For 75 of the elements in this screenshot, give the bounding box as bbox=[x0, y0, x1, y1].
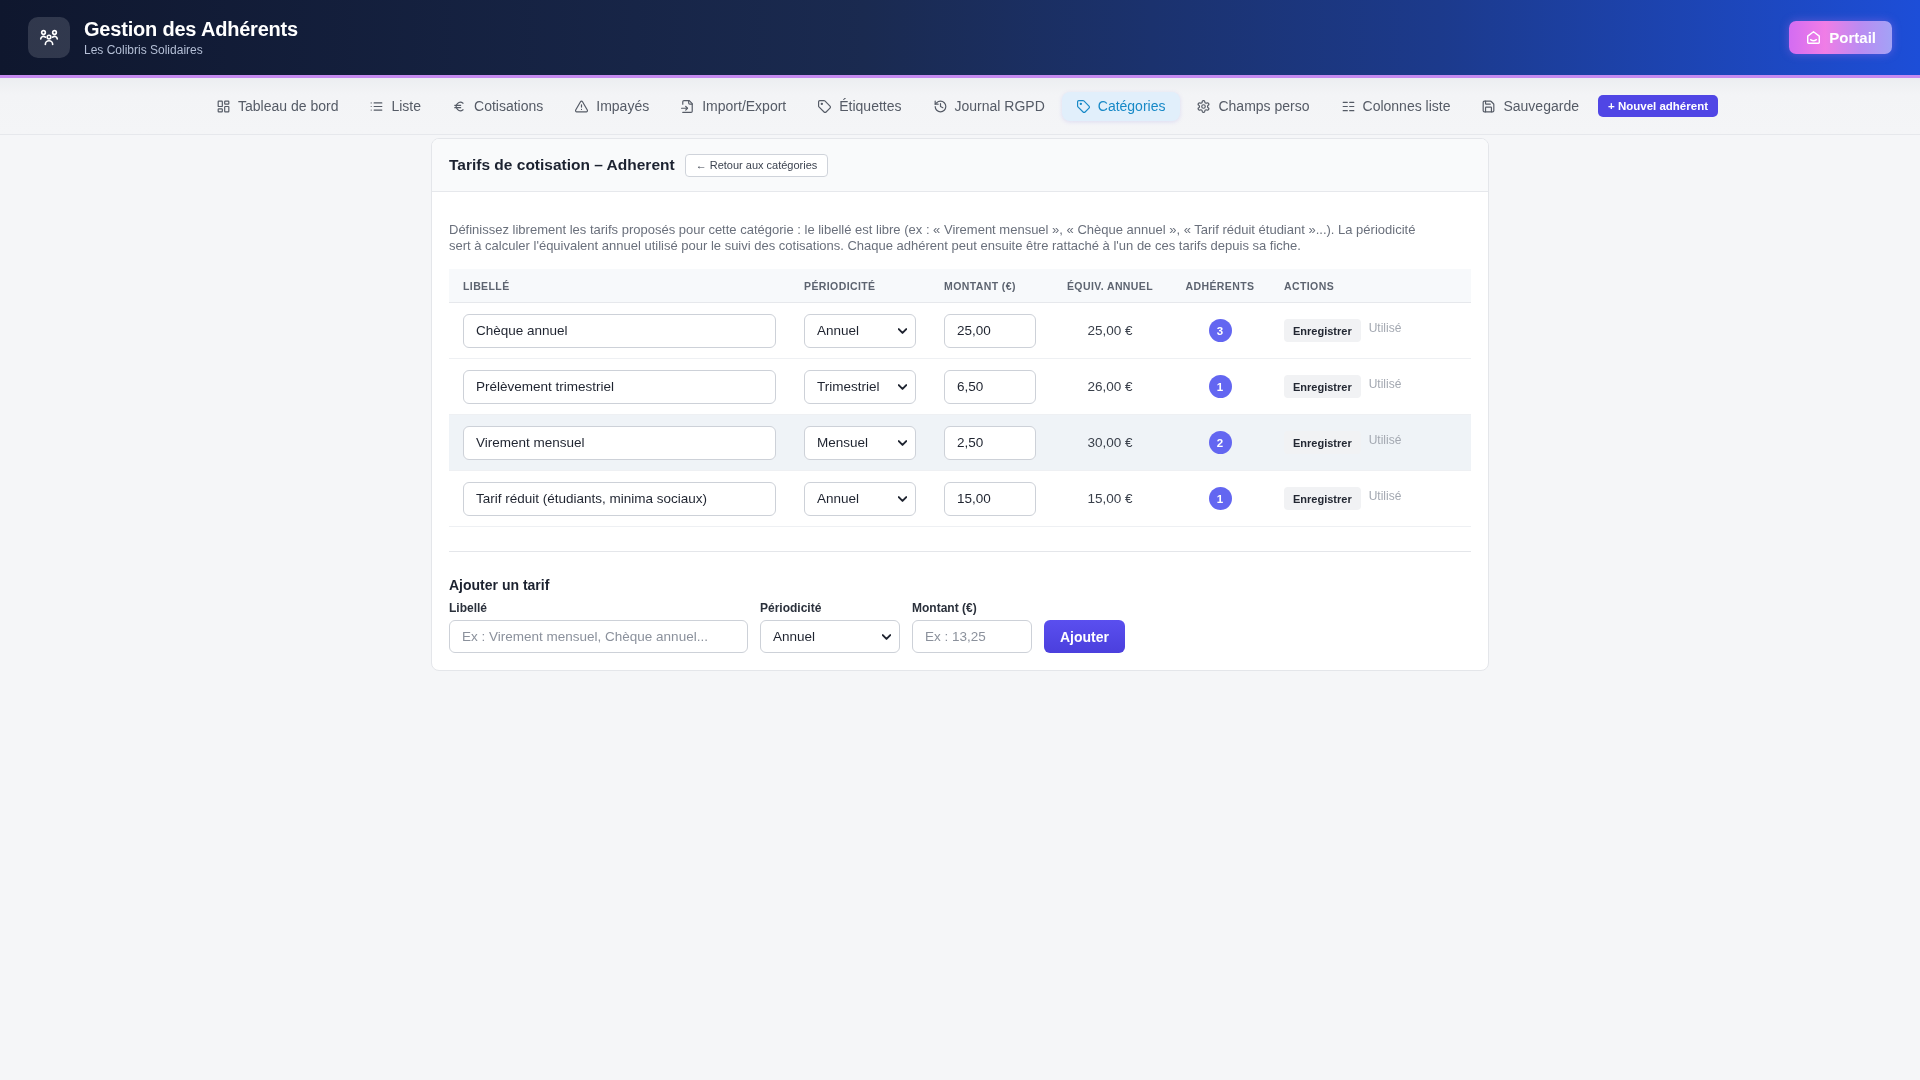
member-count: 1 bbox=[1208, 375, 1232, 398]
column-header: MONTANT (€) bbox=[943, 279, 1017, 292]
euro-icon bbox=[453, 99, 466, 113]
description-text: Définissez librement les tarifs proposés pour cette catégorie : le libellé est libre (ex : « Virement mensuel », « Chèque annuel », « Tarif réduit étudiant »...). La périodicité sert à calculer l'équivalent annuel utilisé pour le suivi des cotisations. Chaque adhérent peut ensuite être rattaché à l'un de ces tarifs depuis sa fiche. bbox=[449, 222, 1417, 254]
nav-tab[interactable]: Liste bbox=[355, 91, 436, 121]
nav-tab[interactable]: Import/Export bbox=[666, 91, 802, 121]
label-input[interactable]: Virement mensuel bbox=[463, 425, 776, 460]
list-icon bbox=[370, 99, 384, 113]
label-input[interactable]: Prélèvement trimestriel bbox=[463, 369, 776, 404]
periodicity-select[interactable]: Annuel bbox=[804, 313, 916, 348]
warning-icon bbox=[575, 99, 589, 113]
usage-status: Utilisé bbox=[1368, 432, 1402, 447]
amount-input[interactable]: Ex : 13,25 bbox=[912, 620, 1032, 653]
field-label: Montant (€) bbox=[912, 601, 978, 615]
periodicity-select[interactable]: Trimestriel bbox=[804, 369, 916, 404]
field-label: Périodicité bbox=[760, 601, 823, 615]
chevron-down-icon bbox=[898, 439, 907, 446]
label-input[interactable]: Chèque annuel bbox=[463, 313, 776, 348]
nav-tab[interactable]: Journal RGPD bbox=[918, 91, 1060, 121]
add-button[interactable]: Ajouter bbox=[1044, 620, 1125, 653]
organization-name: Les Colibris Solidaires bbox=[84, 43, 204, 57]
usage-status: Utilisé bbox=[1368, 376, 1402, 391]
chevron-down-icon bbox=[882, 633, 891, 640]
amount-input[interactable]: 15,00 bbox=[944, 481, 1036, 516]
column-header: ÉQUIV. ANNUEL bbox=[1065, 279, 1155, 292]
periodicity-select[interactable]: Annuel bbox=[804, 481, 916, 516]
card-title: Tarifs de cotisation – Adherent bbox=[449, 156, 675, 174]
column-header: PÉRIODICITÉ bbox=[803, 279, 877, 292]
label-input[interactable]: Tarif réduit (étudiants, minima sociaux) bbox=[463, 481, 776, 516]
nav-tab[interactable]: Cotisations bbox=[438, 91, 559, 121]
column-header: ADHÉRENTS bbox=[1184, 279, 1256, 292]
users-icon bbox=[28, 17, 70, 58]
label-input[interactable]: Ex : Virement mensuel, Chèque annuel... bbox=[449, 620, 748, 653]
tag-icon bbox=[818, 99, 832, 113]
usage-status: Utilisé bbox=[1368, 488, 1402, 503]
field-label: Libellé bbox=[449, 601, 488, 615]
nav-tab[interactable]: Tableau de bord bbox=[202, 91, 354, 121]
nav-tab[interactable]: Étiquettes bbox=[803, 91, 917, 121]
column-header: ACTIONS bbox=[1283, 279, 1336, 292]
save-button[interactable]: Enregistrer bbox=[1284, 319, 1361, 342]
usage-status: Utilisé bbox=[1368, 320, 1402, 335]
annual-equivalent: 30,00 € bbox=[1087, 435, 1133, 450]
nav-tab[interactable]: Impayés bbox=[560, 91, 665, 121]
house-icon bbox=[1807, 31, 1821, 44]
periodicity-select[interactable]: Annuel bbox=[760, 620, 900, 653]
file-arrow-icon bbox=[681, 99, 695, 113]
chevron-down-icon bbox=[898, 495, 907, 502]
annual-equivalent: 25,00 € bbox=[1087, 323, 1133, 338]
chevron-down-icon bbox=[898, 327, 907, 334]
history-icon bbox=[933, 99, 947, 113]
back-button[interactable]: ← Retour aux catégories bbox=[684, 153, 829, 177]
amount-input[interactable]: 6,50 bbox=[944, 369, 1036, 404]
nav-tab[interactable]: Champs perso bbox=[1182, 91, 1325, 121]
save-button[interactable]: Enregistrer bbox=[1284, 487, 1361, 510]
member-count: 1 bbox=[1208, 487, 1232, 510]
annual-equivalent: 15,00 € bbox=[1087, 491, 1133, 506]
nav-tab[interactable]: Colonnes liste bbox=[1326, 91, 1466, 121]
new-member-button[interactable]: + Nouvel adhérent bbox=[1597, 95, 1718, 117]
chevron-down-icon bbox=[898, 383, 907, 390]
save-button[interactable]: Enregistrer bbox=[1284, 375, 1361, 398]
add-form-title: Ajouter un tarif bbox=[449, 577, 551, 593]
settings-icon bbox=[1197, 99, 1211, 113]
member-count: 3 bbox=[1208, 319, 1232, 342]
amount-input[interactable]: 25,00 bbox=[944, 313, 1036, 348]
periodicity-select[interactable]: Mensuel bbox=[804, 425, 916, 460]
tag-icon bbox=[1076, 99, 1090, 113]
member-count: 2 bbox=[1208, 431, 1232, 454]
grid-icon bbox=[217, 99, 230, 113]
app-title: Gestion des Adhérents bbox=[84, 18, 298, 41]
nav-tab[interactable]: Sauvegarde bbox=[1467, 91, 1594, 121]
annual-equivalent: 26,00 € bbox=[1087, 379, 1133, 394]
amount-input[interactable]: 2,50 bbox=[944, 425, 1036, 460]
columns-icon bbox=[1341, 99, 1355, 113]
save-icon bbox=[1482, 99, 1496, 113]
column-header: LIBELLÉ bbox=[462, 279, 511, 292]
